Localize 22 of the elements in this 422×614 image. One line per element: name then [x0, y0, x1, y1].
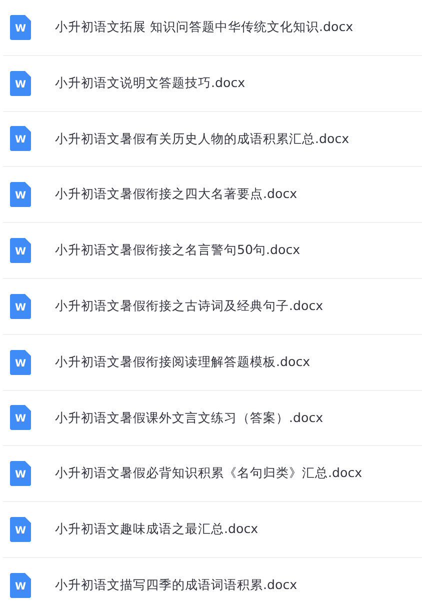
- document-icon: W: [10, 238, 31, 264]
- document-icon: W: [10, 461, 31, 486]
- file-name[interactable]: 小升初语文暑假衔接阅读理解答题模板.docx: [55, 352, 310, 372]
- file-name[interactable]: 小升初语文说明文答题技巧.docx: [55, 74, 246, 93]
- file-name[interactable]: 小升初语文暑假衔接之四大名著要点.docx: [55, 185, 298, 204]
- file-name[interactable]: 小升初语文暑假课外文言文练习（答案）.docx: [55, 408, 324, 428]
- file-name[interactable]: 小升初语文趣味成语之最汇总.docx: [55, 520, 258, 540]
- file-name[interactable]: 小升初语文暑假衔接之古诗词及经典句子.docx: [55, 296, 324, 316]
- document-icon: W: [10, 350, 31, 375]
- document-icon: W: [10, 573, 31, 598]
- document-icon: W: [10, 517, 31, 542]
- document-icon: W: [10, 14, 31, 40]
- file-name[interactable]: 小升初语文暑假衔接之名言警句50句.docx: [55, 241, 300, 260]
- document-icon: W: [10, 182, 31, 208]
- file-name[interactable]: 小升初语文拓展 知识问答题中华传统文化知识.docx: [55, 18, 354, 37]
- document-icon: W: [10, 405, 31, 430]
- file-name[interactable]: 小升初语文暑假必背知识积累《名句归类》汇总.docx: [55, 464, 362, 484]
- document-icon: W: [10, 294, 31, 319]
- document-icon: W: [10, 70, 31, 96]
- file-name[interactable]: 小升初语文描写四季的成语词语积累.docx: [55, 576, 298, 596]
- document-icon: W: [10, 126, 31, 152]
- file-name[interactable]: 小升初语文暑假有关历史人物的成语积累汇总.docx: [55, 130, 350, 148]
